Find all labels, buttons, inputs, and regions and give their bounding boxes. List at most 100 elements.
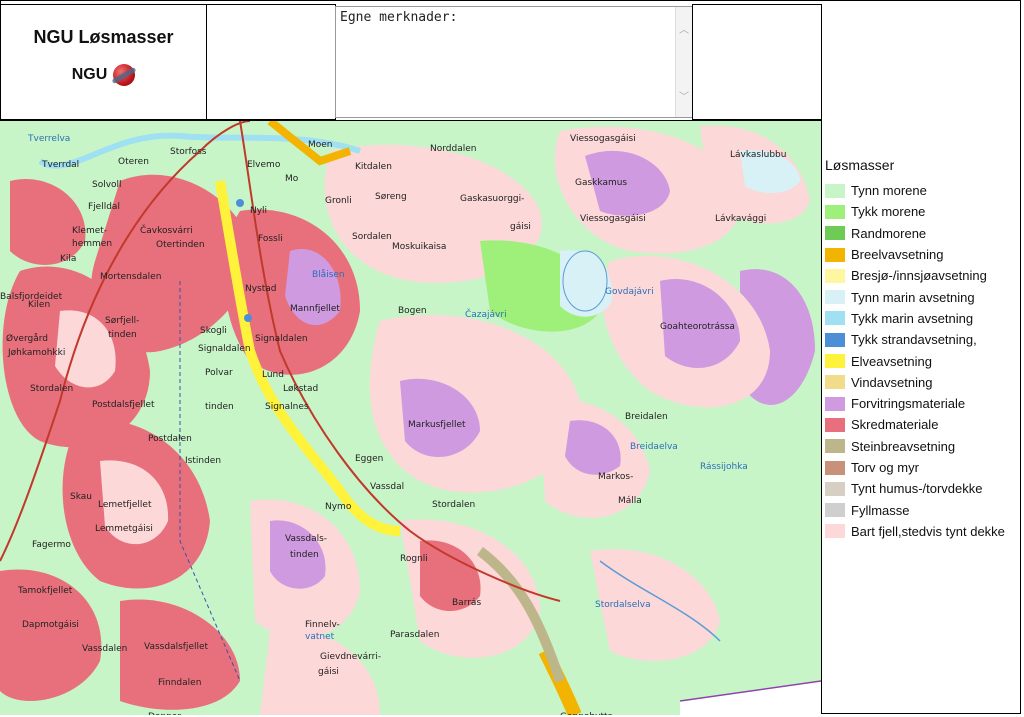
right-header-cell bbox=[692, 4, 822, 120]
legend-swatch bbox=[825, 354, 845, 369]
map-place-label: Signalnes bbox=[265, 402, 309, 412]
map-place-label: Polvar bbox=[205, 368, 233, 378]
map-place-label: Vassdalsfjellet bbox=[144, 642, 209, 652]
legend-swatch bbox=[825, 417, 845, 432]
legend-title: Løsmasser bbox=[825, 157, 895, 173]
legend-swatch bbox=[825, 481, 845, 496]
map-place-label: Signaldalen bbox=[255, 334, 308, 344]
map-place-label: Moen bbox=[308, 140, 333, 150]
legend-label: Tynn morene bbox=[851, 183, 927, 199]
map-place-label: Nystad bbox=[245, 284, 277, 294]
legend-item: Randmorene bbox=[825, 223, 1021, 244]
map-place-label: Lemetfjellet bbox=[98, 500, 152, 510]
map-place-label: Mortensdalen bbox=[100, 272, 161, 282]
map-place-label: Gappohytta bbox=[560, 712, 613, 715]
chevron-up-icon[interactable]: ︿ bbox=[679, 21, 689, 36]
legend-label: Breelvavsetning bbox=[851, 247, 944, 263]
map-place-label: gáisi bbox=[318, 667, 339, 677]
map-place-label: Markos- bbox=[598, 472, 633, 482]
legend-item: Forvitringsmateriale bbox=[825, 393, 1021, 414]
map-place-label: Viessogasgáisi bbox=[570, 134, 636, 144]
map-place-label: Skogli bbox=[200, 326, 227, 336]
map-place-label: Oteren bbox=[118, 157, 149, 167]
map-place-label: Otertinden bbox=[156, 240, 205, 250]
map-place-label: Finnelv- bbox=[305, 620, 340, 630]
map-place-label: Barrás bbox=[452, 598, 481, 608]
map-place-label: Løkstad bbox=[283, 384, 318, 394]
legend-item: Bresjø-/innsjøavsetning bbox=[825, 265, 1021, 286]
map-place-label: Goahteorotrássa bbox=[660, 322, 735, 332]
ngu-logo: NGU bbox=[1, 64, 206, 86]
notes-scrollbar[interactable]: ︿ ﹀ bbox=[675, 7, 692, 117]
map-place-label: Gievdnevárri- bbox=[320, 652, 381, 662]
map-place-label: Eggen bbox=[355, 454, 383, 464]
logo-text: NGU bbox=[71, 66, 108, 83]
map-place-label: Čazajávri bbox=[465, 308, 507, 320]
map-place-label: Stordalen bbox=[432, 500, 475, 510]
blank-header-cell bbox=[206, 4, 336, 120]
map-svg: Tverrelva Tverrdal Oteren Storfoss Moen Nordd… bbox=[0, 121, 821, 715]
legend-label: Tynn marin avsetning bbox=[851, 289, 975, 305]
map-place-label: Čavkosvárri bbox=[140, 224, 193, 236]
legend-item: Tykk marin avsetning bbox=[825, 308, 1021, 329]
legend-swatch bbox=[825, 332, 845, 347]
legend-label: Forvitringsmateriale bbox=[851, 396, 966, 412]
map-place-label: Tverrdal bbox=[41, 160, 79, 170]
map-place-label: Sordalen bbox=[352, 232, 392, 242]
map-place-label: Lund bbox=[262, 370, 284, 380]
map-place-label: Postdalen bbox=[148, 434, 192, 444]
legend-swatch bbox=[825, 524, 845, 539]
map-place-label: gáisi bbox=[510, 222, 531, 232]
legend-swatch bbox=[825, 226, 845, 241]
legend-label: Tykk strandavsetning, bbox=[851, 332, 977, 348]
legend-item: Tynn marin avsetning bbox=[825, 286, 1021, 307]
legend-swatch bbox=[825, 375, 845, 390]
map-place-label: Rássijohka bbox=[700, 462, 748, 472]
map-place-label: Breidaelva bbox=[630, 442, 678, 452]
legend-swatch bbox=[825, 460, 845, 475]
legend-item: Tynn morene bbox=[825, 180, 1021, 201]
legend-item: Torv og myr bbox=[825, 457, 1021, 478]
legend-label: Tykk marin avsetning bbox=[851, 310, 974, 326]
map-place-label: Dapmotgáisi bbox=[22, 620, 79, 630]
map-place-label: Søreng bbox=[375, 192, 407, 202]
soil-map[interactable]: Tverrelva Tverrdal Oteren Storfoss Moen Nordd… bbox=[0, 120, 821, 715]
legend-label: Bresjø-/innsjøavsetning bbox=[851, 268, 987, 284]
map-place-label: Fjelldal bbox=[88, 202, 120, 212]
map-place-label: Fossli bbox=[258, 234, 283, 244]
map-place-label: Mannfjellet bbox=[290, 304, 340, 314]
map-place-label: Nyli bbox=[250, 206, 267, 216]
title-cell: NGU Løsmasser NGU bbox=[0, 4, 207, 120]
legend-items: Tynn morene Tykk morene Randmorene Breelvav… bbox=[825, 180, 1021, 542]
map-place-label: hemmen bbox=[72, 239, 112, 249]
legend-item: Steinbreavsetning bbox=[825, 436, 1021, 457]
map-place-label: Jøhkamohkki bbox=[7, 348, 65, 358]
map-place-label: Rognli bbox=[400, 554, 428, 564]
map-place-label: Kila bbox=[60, 254, 76, 264]
map-place-label: Govdajávri bbox=[605, 287, 654, 297]
legend-swatch bbox=[825, 439, 845, 454]
legend-item: Bart fjell,stedvis tynt dekke bbox=[825, 521, 1021, 542]
legend-swatch bbox=[825, 204, 845, 219]
map-place-label: Tverrelva bbox=[27, 134, 70, 144]
notes-textarea[interactable]: Egne merknader: ︿ ﹀ bbox=[335, 6, 693, 118]
map-place-label: Doppar bbox=[148, 712, 181, 715]
legend-label: Tykk morene bbox=[851, 204, 926, 220]
chevron-down-icon[interactable]: ﹀ bbox=[679, 88, 689, 103]
map-place-label: Solvoll bbox=[92, 180, 122, 190]
map-place-label: Bogen bbox=[398, 306, 427, 316]
legend-item: Fyllmasse bbox=[825, 499, 1021, 520]
map-place-label: Stordalen bbox=[30, 384, 73, 394]
map-place-label: Breidalen bbox=[625, 412, 668, 422]
map-place-label: Finndalen bbox=[158, 678, 201, 688]
legend-swatch bbox=[825, 268, 845, 283]
legend-swatch bbox=[825, 290, 845, 305]
map-place-label: Mo bbox=[285, 174, 299, 184]
legend-item: Tynt humus-/torvdekke bbox=[825, 478, 1021, 499]
legend-label: Torv og myr bbox=[851, 460, 919, 475]
map-place-label: tinden bbox=[205, 402, 234, 412]
map-place-label: Postdalsfjellet bbox=[92, 400, 155, 410]
legend-item: Elveavsetning bbox=[825, 350, 1021, 371]
legend-label: Vindavsetning bbox=[851, 374, 933, 390]
map-place-label: Fagermo bbox=[32, 540, 71, 550]
